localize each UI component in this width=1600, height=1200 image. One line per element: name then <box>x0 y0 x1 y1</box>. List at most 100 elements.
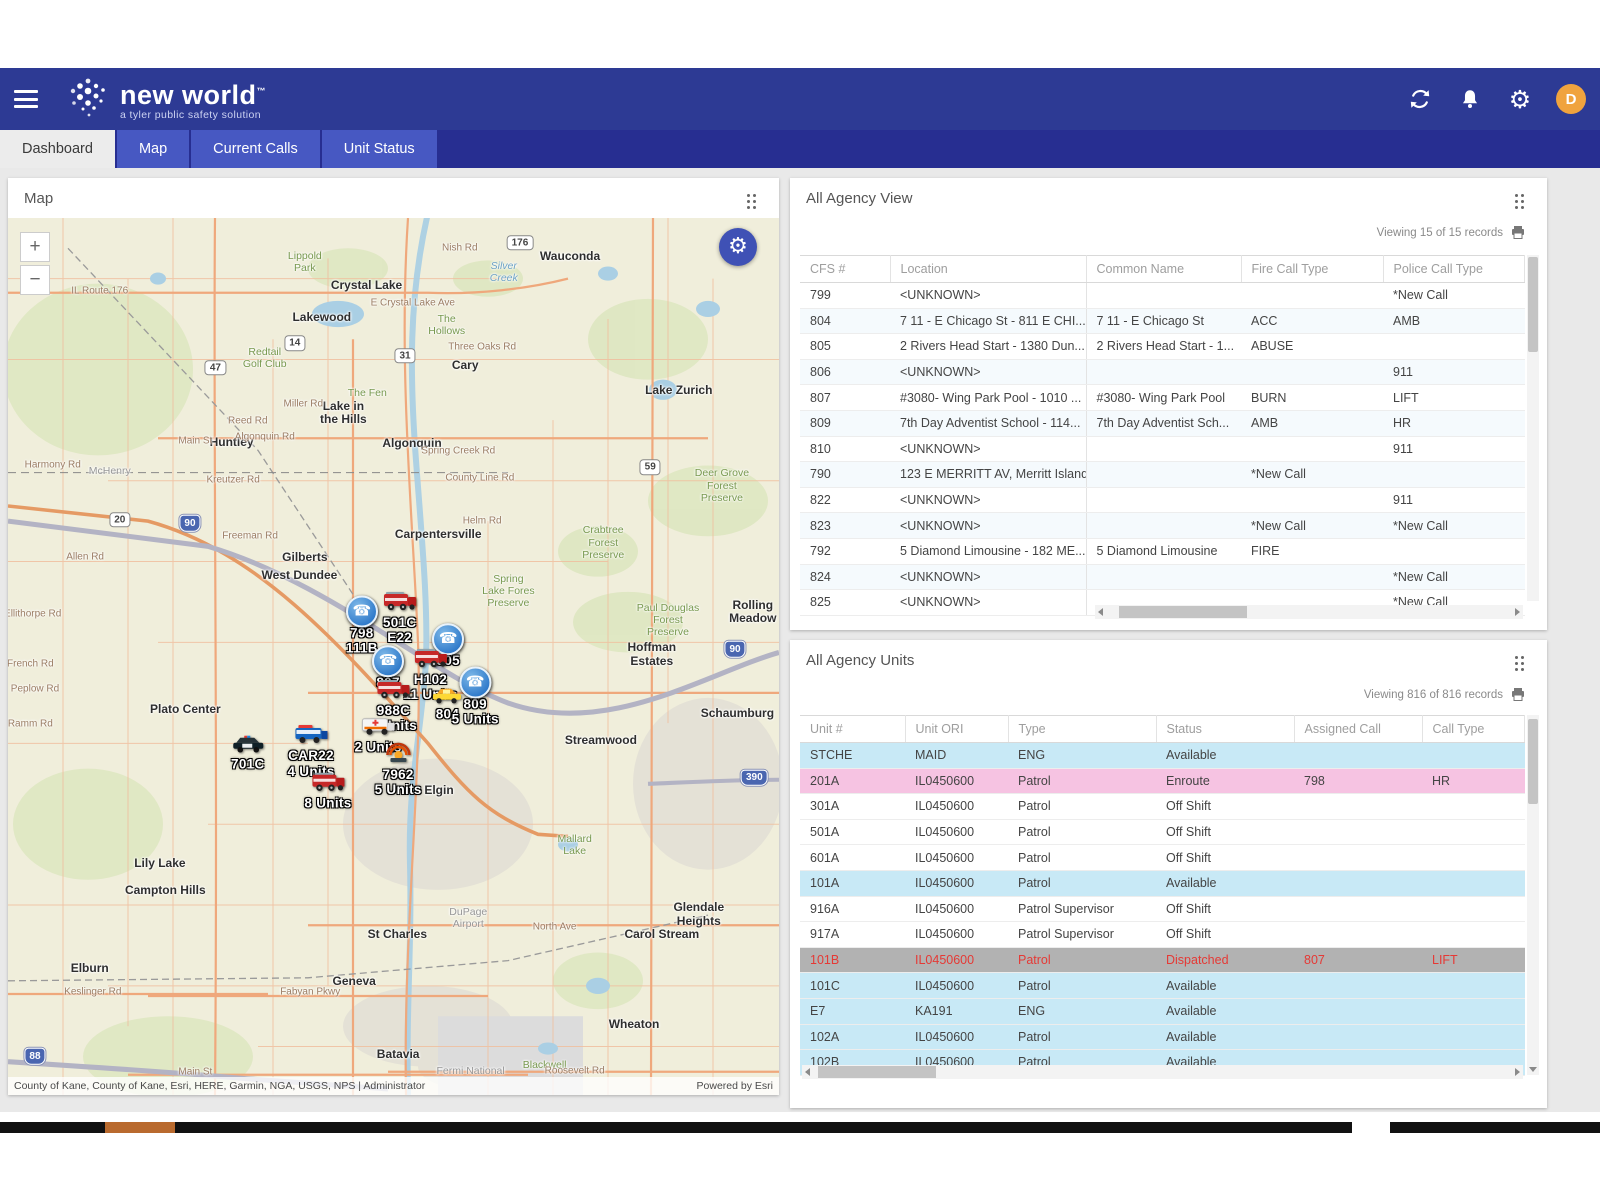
calls-horizontal-scrollbar[interactable] <box>1095 605 1523 619</box>
tab-dashboard[interactable]: Dashboard <box>0 130 115 168</box>
table-cell: LIFT <box>1383 385 1525 411</box>
col-location[interactable]: Location <box>890 256 1086 283</box>
table-cell <box>1422 845 1525 871</box>
table-row[interactable]: 917AIL0450600Patrol SupervisorOff Shift <box>800 922 1525 948</box>
table-cell: Patrol <box>1008 973 1156 999</box>
table-cell: Patrol Supervisor <box>1008 896 1156 922</box>
tab-map[interactable]: Map <box>117 130 189 168</box>
col-police-call-type[interactable]: Police Call Type <box>1383 256 1525 283</box>
col-unit[interactable]: Unit # <box>800 716 905 743</box>
col-unit-ori[interactable]: Unit ORI <box>905 716 1008 743</box>
table-cell <box>1383 334 1525 360</box>
table-cell: 911 <box>1383 487 1525 513</box>
table-cell: <UNKNOWN> <box>890 564 1086 590</box>
table-cell: 101A <box>800 870 905 896</box>
map-marker-phone[interactable]: ☎8095 Units <box>452 666 499 727</box>
table-row[interactable]: 101AIL0450600PatrolAvailable <box>800 870 1525 896</box>
marker-label: 701C <box>231 757 264 773</box>
table-cell: 911 <box>1383 436 1525 462</box>
drag-handle-icon[interactable] <box>1515 194 1525 210</box>
logo-trademark: ™ <box>257 86 267 96</box>
user-avatar[interactable]: D <box>1556 84 1586 114</box>
sync-icon[interactable] <box>1406 85 1434 113</box>
table-cell: 501A <box>800 819 905 845</box>
table-row[interactable]: 7925 Diamond Limousine - 182 ME...5 Diam… <box>800 538 1525 564</box>
table-row[interactable]: E7KA191ENGAvailable <box>800 998 1525 1024</box>
table-cell <box>1383 462 1525 488</box>
table-row[interactable]: 8052 Rivers Head Start - 1380 Dun...2 Ri… <box>800 334 1525 360</box>
table-row[interactable]: 822<UNKNOWN>911 <box>800 487 1525 513</box>
table-cell: Available <box>1156 998 1294 1024</box>
table-cell: <UNKNOWN> <box>890 359 1086 385</box>
table-cell: IL0450600 <box>905 896 1008 922</box>
calls-vertical-scrollbar[interactable] <box>1527 255 1539 601</box>
tab-unit-status[interactable]: Unit Status <box>322 130 437 168</box>
table-cell: 823 <box>800 513 890 539</box>
table-row[interactable]: 823<UNKNOWN>*New Call*New Call <box>800 513 1525 539</box>
table-cell: Patrol <box>1008 1024 1156 1050</box>
settings-gear-icon[interactable]: ⚙ <box>1506 85 1534 113</box>
table-cell <box>1241 283 1383 309</box>
table-cell: IL0450600 <box>905 819 1008 845</box>
table-cell <box>1422 743 1525 769</box>
table-row[interactable]: 806<UNKNOWN>911 <box>800 359 1525 385</box>
notifications-bell-icon[interactable] <box>1456 85 1484 113</box>
table-row[interactable]: 799<UNKNOWN>*New Call <box>800 283 1525 309</box>
table-row[interactable]: 201AIL0450600PatrolEnroute798HR <box>800 768 1525 794</box>
table-row[interactable]: 807#3080- Wing Park Pool - 1010 ...#3080… <box>800 385 1525 411</box>
col-status[interactable]: Status <box>1156 716 1294 743</box>
table-cell: 806 <box>800 359 890 385</box>
table-cell: 809 <box>800 410 890 436</box>
map-marker-siren[interactable]: 79625 Units <box>375 742 422 798</box>
table-cell: 7 11 - E Chicago St <box>1086 308 1241 334</box>
table-cell: IL0450600 <box>905 973 1008 999</box>
map-zoom-in-button[interactable]: + <box>20 232 50 262</box>
map-marker-fire[interactable]: 501CE22 <box>383 590 417 646</box>
table-row[interactable]: 916AIL0450600Patrol SupervisorOff Shift <box>800 896 1525 922</box>
col-fire-call-type[interactable]: Fire Call Type <box>1241 256 1383 283</box>
col-type[interactable]: Type <box>1008 716 1156 743</box>
table-row[interactable]: 824<UNKNOWN>*New Call <box>800 564 1525 590</box>
map-settings-button[interactable]: ⚙ <box>719 228 757 266</box>
table-cell: 822 <box>800 487 890 513</box>
print-icon[interactable] <box>1511 688 1525 701</box>
table-row[interactable]: 101BIL0450600PatrolDispatched807LIFT <box>800 947 1525 973</box>
table-cell <box>1422 973 1525 999</box>
table-row[interactable]: 790123 E MERRITT AV, Merritt Island*New … <box>800 462 1525 488</box>
map-canvas[interactable]: WaucondaCrystal LakeLakewoodCaryLake Zur… <box>8 218 779 1095</box>
table-row[interactable]: 101CIL0450600PatrolAvailable <box>800 973 1525 999</box>
table-row[interactable]: 810<UNKNOWN>911 <box>800 436 1525 462</box>
table-row[interactable]: STCHEMAIDENGAvailable <box>800 743 1525 769</box>
units-table: Unit # Unit ORI Type Status Assigned Cal… <box>800 715 1525 1076</box>
table-cell: 101C <box>800 973 905 999</box>
logo-dots-icon <box>68 76 110 122</box>
menu-icon[interactable] <box>14 86 40 112</box>
fire-icon <box>403 647 457 674</box>
col-assigned-call[interactable]: Assigned Call <box>1294 716 1422 743</box>
map-marker-fire[interactable]: 8 Units <box>304 770 351 811</box>
drag-handle-icon[interactable] <box>747 194 757 210</box>
table-cell <box>1294 743 1422 769</box>
bottom-bar-notch <box>1352 1122 1390 1133</box>
table-row[interactable]: 8047 11 - E Chicago St - 811 E CHI...7 1… <box>800 308 1525 334</box>
table-cell <box>1086 487 1241 513</box>
table-row[interactable]: 8097th Day Adventist School - 114...7th … <box>800 410 1525 436</box>
table-row[interactable]: 501AIL0450600PatrolOff Shift <box>800 819 1525 845</box>
siren-icon <box>375 742 422 769</box>
marker-label: 8095 Units <box>452 696 499 727</box>
map-marker-police[interactable]: 701C <box>231 734 264 773</box>
table-cell <box>1241 487 1383 513</box>
drag-handle-icon[interactable] <box>1515 656 1525 672</box>
table-row[interactable]: 601AIL0450600PatrolOff Shift <box>800 845 1525 871</box>
table-row[interactable]: 301AIL0450600PatrolOff Shift <box>800 794 1525 820</box>
tab-current-calls[interactable]: Current Calls <box>191 130 320 168</box>
col-cfs[interactable]: CFS # <box>800 256 890 283</box>
units-vertical-scrollbar[interactable] <box>1527 715 1539 1075</box>
col-call-type[interactable]: Call Type <box>1422 716 1525 743</box>
table-cell: *New Call <box>1383 513 1525 539</box>
units-horizontal-scrollbar[interactable] <box>802 1065 1523 1079</box>
map-zoom-out-button[interactable]: − <box>20 265 50 295</box>
col-common-name[interactable]: Common Name <box>1086 256 1241 283</box>
table-row[interactable]: 102AIL0450600PatrolAvailable <box>800 1024 1525 1050</box>
print-icon[interactable] <box>1511 226 1525 239</box>
